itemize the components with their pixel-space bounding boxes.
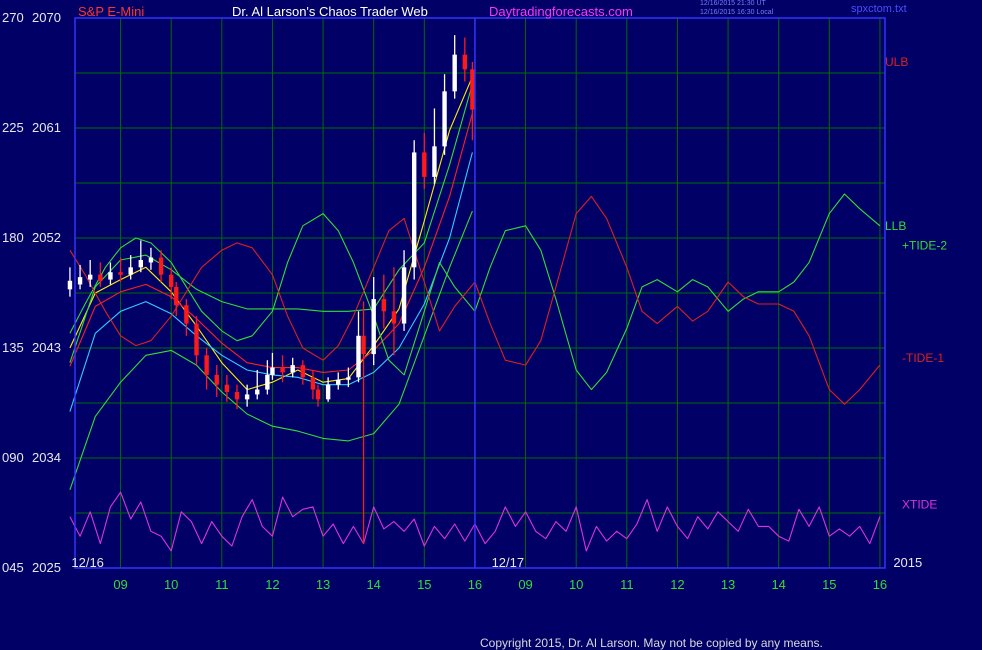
y-tick-label-left: 270: [2, 10, 24, 25]
price-bar: [270, 367, 275, 375]
price-bar: [148, 257, 154, 263]
price-bar: [315, 389, 321, 400]
price-bar: [336, 379, 341, 385]
price-bar: [411, 152, 417, 268]
y-tick-label-price: 2034: [32, 450, 61, 465]
price-bar: [77, 277, 83, 285]
y-tick-label-price: 2043: [32, 340, 61, 355]
y-tick-label-left: 225: [2, 120, 24, 135]
series-label: +TIDE-2: [902, 238, 947, 252]
price-bar: [346, 377, 351, 380]
price-bar: [442, 91, 447, 147]
price-bar: [325, 384, 331, 400]
price-bar: [98, 274, 103, 281]
timestamp-ut: 12/16/2015 21:30 UT: [700, 0, 766, 7]
x-tick-label: 13: [721, 577, 735, 592]
x-tick-label: 16: [468, 577, 482, 592]
y-tick-label-price: 2061: [32, 120, 61, 135]
x-tick-label: 14: [366, 577, 380, 592]
x-tick-label: 12: [670, 577, 684, 592]
date-label: 12/16: [71, 555, 104, 570]
price-bar: [300, 365, 306, 378]
chart-title: Dr. Al Larson's Chaos Trader Web: [232, 4, 428, 19]
x-tick-label: 15: [417, 577, 431, 592]
date-label: 2015: [893, 555, 922, 570]
price-bar: [194, 323, 199, 356]
copyright-notice: Copyright 2015, Dr. Al Larson. May not b…: [480, 636, 823, 650]
price-bar: [108, 272, 113, 280]
price-bar: [391, 311, 397, 324]
x-tick-label: 14: [771, 577, 785, 592]
price-bar: [244, 394, 250, 400]
price-bar: [255, 389, 260, 395]
price-bar: [138, 260, 144, 268]
series-label: LLB: [885, 219, 906, 233]
date-label: 12/17: [492, 555, 525, 570]
series-label: XTIDE: [902, 497, 937, 511]
price-bar: [224, 384, 230, 392]
x-tick-label: 13: [316, 577, 330, 592]
y-axis-left: 045 090 135 180 225 270: [2, 10, 24, 575]
y-tick-label-price: 2052: [32, 230, 61, 245]
price-bar: [168, 274, 174, 287]
price-bar: [67, 280, 73, 290]
price-bar: [432, 146, 437, 177]
x-tick-label: 12: [265, 577, 279, 592]
y-tick-label-left: 045: [2, 560, 24, 575]
y-tick-label-left: 135: [2, 340, 24, 355]
price-bar: [214, 374, 219, 385]
x-axis: 09 10 11 12 13 14 15 16 09 10 11 12 13 14 15 16: [113, 577, 887, 592]
price-bar: [87, 274, 93, 280]
x-tick-label: 10: [569, 577, 583, 592]
price-bar: [204, 355, 209, 375]
site-link[interactable]: Daytradingforecasts.com: [489, 4, 633, 19]
x-tick-label: 10: [164, 577, 178, 592]
y-tick-label-left: 180: [2, 230, 24, 245]
price-bar: [234, 392, 240, 400]
y-tick-label-price: 2070: [32, 10, 61, 25]
timestamp-local: 12/16/2015 16:30 Local: [700, 9, 774, 16]
chart-symbol: S&P E-Mini: [78, 4, 145, 19]
series-label: -TIDE-1: [902, 351, 944, 365]
price-bar: [128, 267, 133, 275]
price-bar: [356, 335, 361, 378]
price-bar: [158, 257, 164, 275]
price-bar: [401, 267, 407, 324]
x-tick-label: 09: [518, 577, 532, 592]
price-bar: [470, 69, 475, 110]
price-bar: [184, 305, 189, 324]
price-bar: [452, 54, 457, 92]
right-series-labels: ULB LLB +TIDE-2 -TIDE-1 XTIDE: [885, 55, 947, 511]
price-bar: [381, 299, 387, 312]
x-tick-label: 16: [873, 577, 887, 592]
x-tick-label: 11: [620, 577, 634, 592]
x-tick-label: 09: [113, 577, 127, 592]
data-file-name: spxctom.txt: [851, 3, 907, 15]
price-bar: [422, 152, 427, 177]
series-label: ULB: [885, 55, 908, 69]
price-bar: [118, 272, 123, 275]
chart-canvas: 045090135180225270 202520342043205220612…: [2, 10, 947, 592]
x-tick-label: 15: [822, 577, 836, 592]
y-tick-label-price: 2025: [32, 560, 61, 575]
y-axis-price: 2025 2034 2043 2052 2061 2070: [32, 10, 61, 575]
price-bar: [361, 335, 366, 355]
price-bar: [290, 365, 295, 373]
price-bar: [265, 374, 270, 390]
price-bar: [462, 54, 468, 70]
price-bar: [310, 377, 316, 390]
price-bar: [371, 299, 376, 355]
price-bar: [280, 367, 285, 373]
price-bar: [174, 286, 179, 306]
x-tick-label: 11: [215, 577, 229, 592]
y-tick-label-left: 090: [2, 450, 24, 465]
